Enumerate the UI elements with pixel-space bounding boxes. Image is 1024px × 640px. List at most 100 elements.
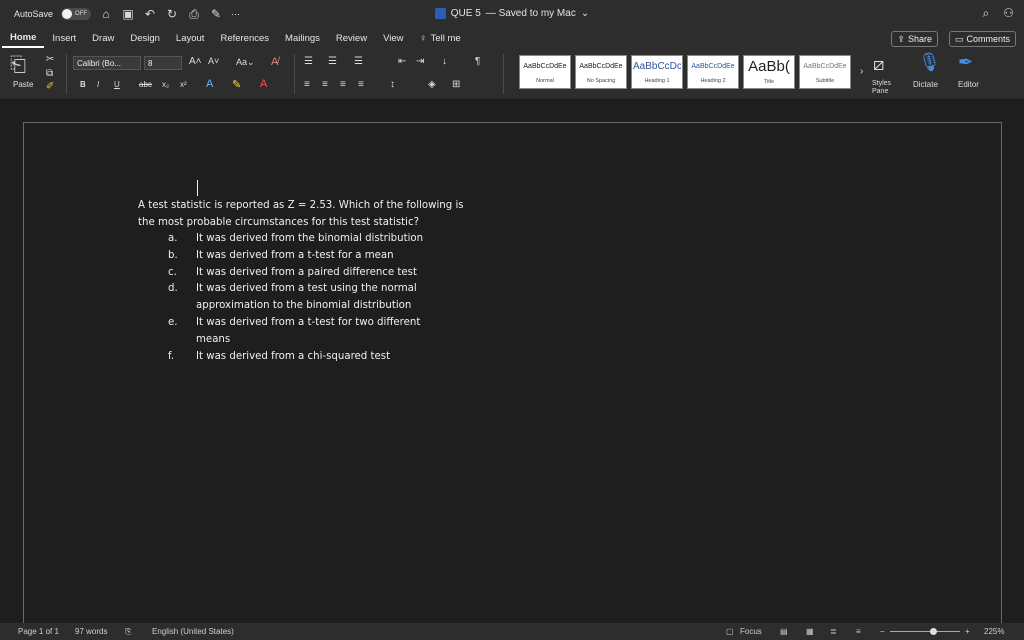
style-subtitle[interactable]: AaBbCcDdEe Subtitle bbox=[799, 55, 851, 89]
document-canvas[interactable]: A test statistic is reported as Z = 2.53… bbox=[0, 101, 1024, 627]
font-name-select[interactable]: Calibri (Bo... bbox=[73, 56, 141, 70]
style-heading-2[interactable]: AaBbCcDdEe Heading 2 bbox=[687, 55, 739, 89]
style-sample: AaBbCcDdEe bbox=[579, 62, 623, 70]
strikethrough-icon[interactable]: abc bbox=[139, 80, 152, 89]
line-spacing-icon[interactable]: ↕ bbox=[390, 79, 395, 90]
zoom-out-icon[interactable]: − bbox=[880, 627, 885, 636]
tab-mailings[interactable]: Mailings bbox=[277, 28, 328, 48]
zoom-slider-handle[interactable] bbox=[930, 628, 937, 635]
focus-button[interactable]: Focus bbox=[740, 627, 762, 636]
home-icon[interactable]: ⌂ bbox=[99, 7, 113, 21]
document-page[interactable]: A test statistic is reported as Z = 2.53… bbox=[23, 122, 1002, 627]
outline-icon[interactable]: ≡ bbox=[856, 627, 861, 636]
multilevel-list-icon[interactable]: ☰ bbox=[354, 56, 363, 67]
focus-icon: ▢ bbox=[726, 627, 734, 636]
tab-home[interactable]: Home bbox=[2, 28, 45, 48]
autosave-toggle[interactable]: OFF bbox=[61, 8, 92, 20]
read-mode-icon[interactable]: ▤ bbox=[780, 627, 788, 636]
word-count[interactable]: 97 words bbox=[75, 627, 107, 636]
tab-review[interactable]: Review bbox=[328, 28, 375, 48]
tab-draw[interactable]: Draw bbox=[84, 28, 122, 48]
shading-icon[interactable]: ◈ bbox=[428, 79, 436, 90]
style-sample: AaBb( bbox=[748, 59, 790, 75]
proofing-icon[interactable]: ⎘ bbox=[125, 627, 131, 637]
chevron-down-icon[interactable]: ⌄ bbox=[581, 8, 589, 19]
bold-icon[interactable]: B bbox=[80, 80, 86, 89]
account-icon[interactable]: ⚇ bbox=[1003, 6, 1014, 21]
tab-references[interactable]: References bbox=[212, 28, 277, 48]
numbering-icon[interactable]: ☰ bbox=[328, 56, 337, 67]
grow-font-icon[interactable]: A˄ bbox=[189, 56, 202, 67]
page-count[interactable]: Page 1 of 1 bbox=[18, 627, 59, 636]
option-text: It was derived from a t-test for two dif… bbox=[196, 317, 421, 345]
share-button[interactable]: ⇪ Share bbox=[891, 31, 938, 47]
style-normal[interactable]: AaBbCcDdEe Normal bbox=[519, 55, 571, 89]
font-size-select[interactable]: 8 bbox=[144, 56, 182, 70]
doc-name: QUE 5 bbox=[450, 8, 481, 19]
edit-icon[interactable]: ✎ bbox=[209, 7, 223, 21]
microphone-icon[interactable]: 🎙 bbox=[918, 52, 941, 73]
paragraph-marks-icon[interactable]: ¶ bbox=[475, 56, 480, 67]
align-left-icon[interactable]: ≡ bbox=[304, 79, 310, 90]
redo-icon[interactable]: ↻ bbox=[165, 7, 179, 21]
web-layout-icon[interactable]: ≣ bbox=[830, 627, 837, 636]
styles-pane-label[interactable]: Styles Pane bbox=[872, 80, 896, 96]
format-painter-icon[interactable]: ✐ bbox=[46, 81, 54, 92]
sort-icon[interactable]: ↓ bbox=[442, 56, 447, 67]
more-icon[interactable]: ··· bbox=[231, 9, 240, 19]
highlight-icon[interactable]: ✎ bbox=[232, 78, 241, 91]
list-item: b. It was derived from a t-test for a mea… bbox=[168, 248, 446, 265]
subscript-icon[interactable]: x₂ bbox=[162, 80, 169, 89]
style-heading-1[interactable]: AaBbCcDc Heading 1 bbox=[631, 55, 683, 89]
change-case-icon[interactable]: Aa⌄ bbox=[236, 57, 255, 68]
print-layout-icon[interactable]: ▦ bbox=[806, 627, 814, 636]
copy-icon[interactable]: ⧉ bbox=[46, 68, 53, 79]
align-right-icon[interactable]: ≡ bbox=[340, 79, 346, 90]
language[interactable]: English (United States) bbox=[152, 627, 234, 636]
list-item: a. It was derived from the binomial distr… bbox=[168, 231, 446, 248]
tab-view[interactable]: View bbox=[375, 28, 411, 48]
cut-icon[interactable]: ✂ bbox=[46, 54, 54, 65]
styles-pane-icon[interactable]: ⧄ bbox=[873, 54, 884, 75]
tab-layout[interactable]: Layout bbox=[168, 28, 213, 48]
paste-icon[interactable]: ⎗ bbox=[10, 54, 26, 77]
align-center-icon[interactable]: ≡ bbox=[322, 79, 328, 90]
tab-design[interactable]: Design bbox=[122, 28, 168, 48]
save-icon[interactable]: ▣ bbox=[121, 7, 135, 21]
print-icon[interactable]: ⎙ bbox=[187, 7, 201, 21]
font-color-icon[interactable]: A bbox=[260, 78, 267, 90]
superscript-icon[interactable]: x² bbox=[180, 80, 187, 89]
autosave-label: AutoSave bbox=[14, 9, 54, 19]
text-effects-icon[interactable]: A bbox=[206, 78, 213, 90]
comments-label: Comments bbox=[966, 34, 1010, 44]
styles-more-icon[interactable]: › bbox=[860, 66, 863, 77]
shrink-font-icon[interactable]: A˅ bbox=[208, 56, 219, 66]
style-name: Normal bbox=[536, 77, 554, 84]
zoom-slider[interactable] bbox=[890, 631, 960, 632]
italic-icon[interactable]: I bbox=[97, 80, 99, 89]
editor-icon[interactable]: ✒ bbox=[958, 52, 973, 73]
bullets-icon[interactable]: ☰ bbox=[304, 56, 313, 67]
increase-indent-icon[interactable]: ⇥ bbox=[416, 56, 424, 67]
option-letter: c. bbox=[168, 267, 177, 278]
borders-icon[interactable]: ⊞ bbox=[452, 79, 460, 90]
styles-gallery: AaBbCcDdEe Normal AaBbCcDdEe No Spacing Aa… bbox=[519, 55, 851, 89]
style-no-spacing[interactable]: AaBbCcDdEe No Spacing bbox=[575, 55, 627, 89]
dictate-label[interactable]: Dictate bbox=[913, 80, 938, 89]
option-text: It was derived from a paired difference … bbox=[196, 267, 417, 278]
style-title[interactable]: AaBb(Title bbox=[743, 55, 795, 89]
justify-icon[interactable]: ≡ bbox=[358, 79, 364, 90]
tell-me-search[interactable]: ♀ Tell me bbox=[411, 33, 468, 44]
comments-button[interactable]: ▭ Comments bbox=[948, 31, 1016, 47]
list-item: f. It was derived from a chi-squared test bbox=[168, 349, 446, 366]
zoom-level[interactable]: 225% bbox=[984, 627, 1004, 636]
zoom-in-icon[interactable]: + bbox=[965, 627, 970, 636]
decrease-indent-icon[interactable]: ⇤ bbox=[398, 56, 406, 67]
underline-icon[interactable]: U bbox=[114, 80, 120, 89]
clear-format-icon[interactable]: A̸ bbox=[271, 56, 278, 68]
undo-icon[interactable]: ↶ bbox=[143, 7, 157, 21]
search-icon[interactable]: ⌕ bbox=[983, 6, 990, 21]
option-text: It was derived from a test using the nor… bbox=[196, 283, 417, 311]
tab-insert[interactable]: Insert bbox=[44, 28, 84, 48]
editor-label[interactable]: Editor bbox=[958, 80, 979, 89]
